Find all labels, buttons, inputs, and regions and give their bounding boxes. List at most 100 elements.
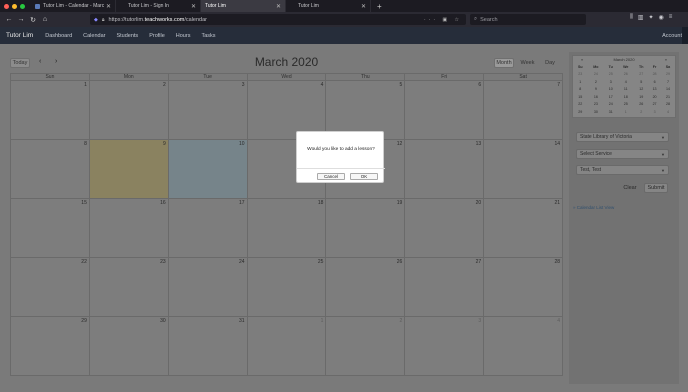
sidebar-icon[interactable]: ▥: [638, 14, 644, 21]
close-tab-icon[interactable]: ✕: [276, 3, 281, 10]
calendar-day-cell[interactable]: 1: [11, 81, 90, 140]
day-number[interactable]: 25: [318, 259, 324, 265]
ok-button[interactable]: OK: [350, 173, 378, 180]
address-bar[interactable]: ◆ 🔒︎ https://tutorlim. teachworks.com/cal…: [90, 14, 466, 25]
day-number[interactable]: 22: [81, 259, 87, 265]
mini-day[interactable]: 29: [661, 71, 675, 79]
browser-tab[interactable]: Tutor Lim - Sign In ✕: [116, 0, 201, 12]
browser-tab[interactable]: Tutor Lim ✕: [286, 0, 371, 12]
calendar-day-cell[interactable]: 1: [247, 317, 327, 376]
mini-day[interactable]: 19: [634, 93, 648, 101]
service-select[interactable]: Select Service ▼: [576, 149, 669, 159]
calendar-day-cell[interactable]: 20: [405, 199, 485, 258]
mini-day[interactable]: 27: [634, 71, 648, 79]
brand-link[interactable]: Tutor Lim: [6, 32, 33, 39]
nav-hours[interactable]: Hours: [176, 33, 191, 39]
calendar-day-cell[interactable]: 3: [168, 81, 248, 140]
day-number[interactable]: 19: [397, 200, 403, 206]
calendar-day-cell[interactable]: 25: [247, 258, 327, 317]
calendar-list-view-link[interactable]: » Calendar List View: [573, 205, 614, 210]
mini-day[interactable]: 26: [617, 71, 634, 79]
menu-icon[interactable]: ≡: [669, 14, 673, 21]
day-number[interactable]: 2: [163, 82, 166, 88]
day-number[interactable]: 7: [557, 82, 560, 88]
nav-dashboard[interactable]: Dashboard: [45, 33, 72, 39]
calendar-day-cell[interactable]: 2: [326, 317, 406, 376]
mini-day[interactable]: 2: [588, 78, 605, 86]
day-number[interactable]: 21: [554, 200, 560, 206]
page-scrollbar[interactable]: [682, 27, 688, 44]
student-select[interactable]: Test, Test ▼: [576, 165, 669, 175]
location-select[interactable]: State Library of Victoria ▼: [576, 132, 669, 142]
day-number[interactable]: 8: [84, 141, 87, 147]
mini-day[interactable]: 7: [661, 78, 675, 86]
mini-day[interactable]: 28: [648, 71, 661, 79]
mini-day[interactable]: 16: [588, 93, 605, 101]
day-number[interactable]: 29: [81, 318, 87, 324]
calendar-day-cell[interactable]: 19: [326, 199, 406, 258]
mini-day[interactable]: 12: [634, 86, 648, 94]
mini-day[interactable]: 18: [617, 93, 634, 101]
mini-day[interactable]: 17: [604, 93, 617, 101]
mini-day[interactable]: 20: [648, 93, 661, 101]
mini-day[interactable]: 15: [573, 93, 588, 101]
mini-day[interactable]: 11: [617, 86, 634, 94]
mini-day[interactable]: 10: [604, 86, 617, 94]
mini-day[interactable]: 21: [661, 93, 675, 101]
new-tab-button[interactable]: +: [371, 2, 382, 11]
calendar-day-cell[interactable]: 18: [247, 199, 327, 258]
nav-calendar[interactable]: Calendar: [83, 33, 105, 39]
day-number[interactable]: 27: [476, 259, 482, 265]
mini-day[interactable]: 30: [588, 108, 605, 116]
profile-icon[interactable]: ◉: [658, 14, 663, 21]
calendar-day-cell[interactable]: 28: [484, 258, 564, 317]
close-window-button[interactable]: [4, 3, 9, 9]
search-input[interactable]: ⌕ Search: [470, 14, 586, 25]
calendar-day-cell[interactable]: 24: [168, 258, 248, 317]
calendar-day-cell[interactable]: 17: [168, 199, 248, 258]
page-actions-icon[interactable]: ··· ▣ ☆: [424, 17, 462, 23]
day-number[interactable]: 28: [554, 259, 560, 265]
calendar-day-cell[interactable]: 26: [326, 258, 406, 317]
day-number[interactable]: 10: [239, 141, 245, 147]
nav-students[interactable]: Students: [116, 33, 138, 39]
mini-day[interactable]: 24: [588, 71, 605, 79]
nav-profile[interactable]: Profile: [149, 33, 165, 39]
browser-tab[interactable]: Tutor Lim - Calendar - March 2 ✕: [31, 0, 116, 12]
mini-day[interactable]: 13: [648, 86, 661, 94]
day-number[interactable]: 9: [163, 141, 166, 147]
account-menu[interactable]: Account: [662, 33, 682, 39]
close-tab-icon[interactable]: ✕: [106, 3, 111, 10]
mini-day[interactable]: 3: [604, 78, 617, 86]
calendar-day-cell[interactable]: 8: [11, 140, 90, 199]
extension-icon[interactable]: ✦: [648, 14, 653, 21]
day-number[interactable]: 4: [557, 318, 560, 324]
clear-button[interactable]: Clear: [620, 183, 640, 193]
calendar-day-cell[interactable]: 13: [405, 140, 485, 199]
mini-day[interactable]: 5: [634, 78, 648, 86]
day-number[interactable]: 31: [239, 318, 245, 324]
day-number[interactable]: 18: [318, 200, 324, 206]
mini-day[interactable]: 27: [648, 101, 661, 109]
calendar-day-cell[interactable]: 14: [484, 140, 564, 199]
mini-day[interactable]: 23: [588, 101, 605, 109]
day-number[interactable]: 16: [160, 200, 166, 206]
day-number[interactable]: 26: [397, 259, 403, 265]
view-day-button[interactable]: Day: [540, 58, 560, 68]
mini-day[interactable]: 1: [617, 108, 634, 116]
calendar-day-cell[interactable]: 16: [89, 199, 169, 258]
day-number[interactable]: 20: [476, 200, 482, 206]
zoom-window-button[interactable]: [20, 3, 25, 9]
calendar-day-cell[interactable]: 23: [89, 258, 169, 317]
mini-day[interactable]: 29: [573, 108, 588, 116]
mini-day[interactable]: 6: [648, 78, 661, 86]
day-number[interactable]: 1: [84, 82, 87, 88]
day-number[interactable]: 5: [400, 82, 403, 88]
mini-day[interactable]: 28: [661, 101, 675, 109]
mini-day[interactable]: 4: [661, 108, 675, 116]
day-number[interactable]: 6: [478, 82, 481, 88]
mini-prev-icon[interactable]: «: [581, 57, 583, 62]
calendar-day-cell[interactable]: 30: [89, 317, 169, 376]
mini-day[interactable]: 25: [617, 101, 634, 109]
submit-button[interactable]: Submit: [644, 183, 668, 193]
